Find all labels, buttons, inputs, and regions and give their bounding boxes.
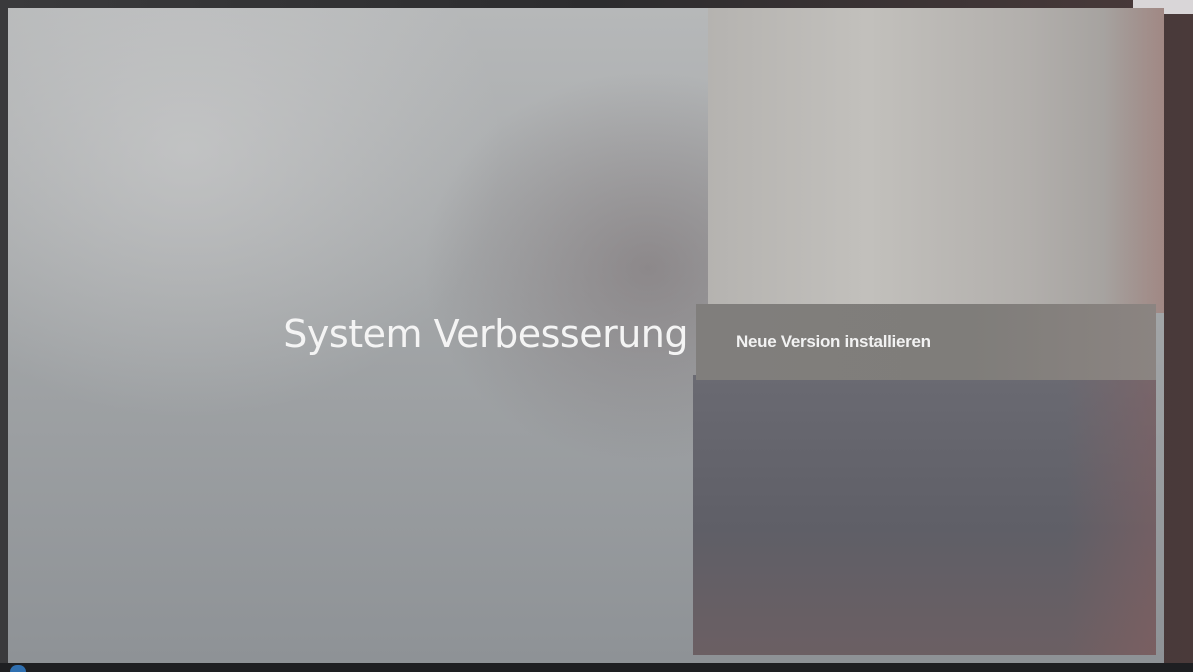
details-panel — [693, 375, 1156, 655]
background-glare — [708, 8, 1164, 313]
desk-taskbar-strip — [0, 663, 1193, 672]
page-title: System Verbesserung — [283, 312, 688, 356]
start-orb-icon — [10, 665, 26, 672]
menu-item-install-new-version[interactable]: Neue Version installieren — [696, 304, 1156, 380]
menu-item-label: Neue Version installieren — [736, 332, 931, 351]
